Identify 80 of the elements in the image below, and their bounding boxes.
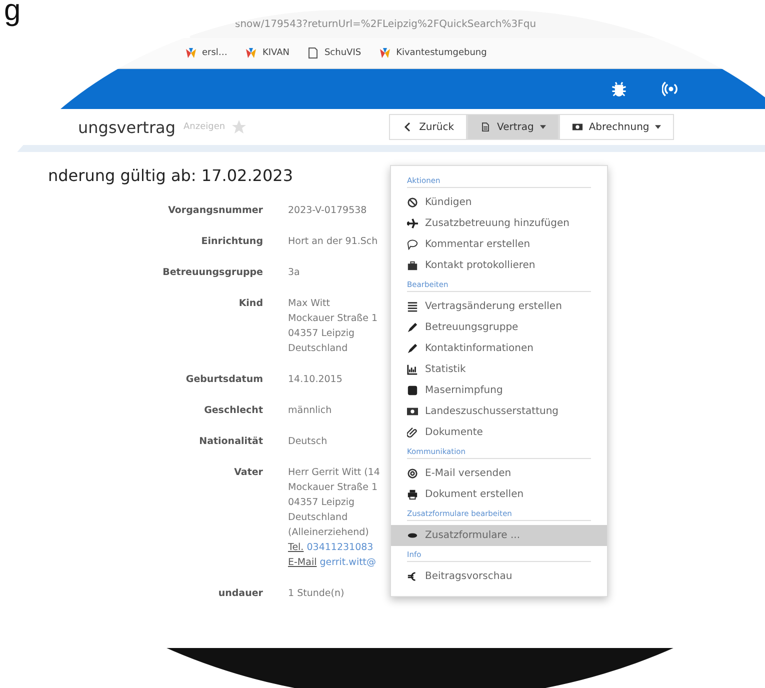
phone-label: Tel. bbox=[288, 542, 304, 553]
chart-icon bbox=[407, 364, 418, 375]
menu-item[interactable]: Zusatzbetreuung hinzufügen bbox=[391, 213, 607, 234]
broadcast-icon[interactable] bbox=[662, 80, 680, 98]
heading-letter: g bbox=[4, 0, 21, 26]
toolbar-button[interactable]: Zurück bbox=[389, 114, 467, 140]
menu-item[interactable]: E-Mail versenden bbox=[391, 463, 607, 484]
section-heading: nderung gültig ab: 17.02.2023 bbox=[48, 166, 293, 185]
bookmark-link[interactable]: Kivantestumgebung bbox=[379, 47, 487, 59]
eye-icon bbox=[407, 530, 418, 541]
menu-item[interactable]: Kommentar erstellen bbox=[391, 234, 607, 255]
bookmark-link[interactable]: KIVAN bbox=[245, 47, 290, 59]
bug-icon[interactable] bbox=[610, 80, 628, 98]
printer-icon bbox=[407, 489, 418, 500]
document-icon bbox=[480, 122, 491, 132]
bookmark-link[interactable]: SchuVIS bbox=[307, 47, 362, 59]
field-label: Geburtsdatum bbox=[184, 374, 263, 387]
star-icon[interactable] bbox=[231, 119, 248, 135]
page-title: ungsvertrag bbox=[78, 118, 176, 136]
field-value: 2023-V-0179538 bbox=[288, 205, 368, 218]
toolbar-button[interactable]: Abrechnung bbox=[558, 114, 674, 140]
field-value: 04357 Leipzig bbox=[288, 496, 356, 510]
field-value: Max Witt bbox=[288, 298, 331, 311]
paperclip-icon bbox=[407, 427, 418, 438]
menu-item[interactable]: Landeszuschusserstattung bbox=[391, 401, 607, 422]
pencil-icon bbox=[407, 343, 418, 354]
menu-item[interactable]: Statistik bbox=[391, 359, 607, 380]
caret-icon bbox=[655, 125, 662, 129]
field-label: Einrichtung bbox=[200, 236, 263, 249]
page-icon bbox=[307, 47, 320, 59]
field-value: Mockauer Straße 1 bbox=[288, 481, 379, 495]
phone-link[interactable]: 03411231083 bbox=[306, 542, 374, 553]
comment-icon bbox=[407, 239, 418, 250]
menu-item[interactable]: Vertragsänderung erstellen bbox=[391, 296, 607, 317]
field-value: Hort an der 91.Sch bbox=[288, 236, 379, 249]
ban-icon bbox=[407, 197, 418, 208]
banknote-icon bbox=[407, 406, 418, 417]
star-logo-icon bbox=[185, 47, 197, 59]
caret-icon bbox=[540, 125, 546, 129]
banknote-icon bbox=[572, 122, 583, 132]
field-label: undauer bbox=[217, 588, 263, 601]
field-value: 04357 Leipzig bbox=[288, 327, 356, 341]
field-label: Betreuungsgruppe bbox=[162, 267, 263, 280]
field-label: Geschlecht bbox=[203, 405, 263, 418]
menu-item[interactable]: Dokument erstellen bbox=[391, 484, 607, 505]
field-value: (Alleinerziehend) bbox=[288, 526, 370, 540]
list-icon bbox=[407, 301, 418, 312]
square-icon bbox=[407, 385, 418, 396]
at-icon bbox=[407, 468, 418, 479]
email-label: E-Mail bbox=[288, 557, 317, 568]
field-label: Vater bbox=[233, 467, 263, 480]
field-value: Deutschland bbox=[288, 342, 349, 356]
menu-item[interactable]: Masernimpfung bbox=[391, 380, 607, 401]
field-value: Deutsch bbox=[288, 436, 328, 449]
field-value: Deutschland bbox=[288, 511, 349, 525]
field-label: Kind bbox=[238, 298, 263, 311]
star-logo-icon bbox=[379, 47, 392, 59]
field-label: Vorgangsnummer bbox=[167, 205, 263, 218]
field-value: männlich bbox=[288, 405, 333, 418]
menu-item[interactable]: Kündigen bbox=[391, 192, 607, 213]
menu-item[interactable]: Dokumente bbox=[391, 422, 607, 443]
toolbar-button[interactable]: Vertrag bbox=[467, 114, 559, 140]
field-value: 14.10.2015 bbox=[288, 374, 344, 387]
menu-item[interactable]: Kontakt protokollieren bbox=[391, 255, 607, 276]
field-value: Herr Gerrit Witt (14 bbox=[288, 467, 381, 480]
menu-item[interactable]: Beitragsvorschau bbox=[391, 566, 607, 587]
menu-item[interactable]: Kontaktinformationen bbox=[391, 338, 607, 359]
plane-icon bbox=[407, 218, 418, 229]
menu-item[interactable]: Betreuungsgruppe bbox=[391, 317, 607, 338]
pencil-icon bbox=[407, 322, 418, 333]
field-value: 1 Stunde(n) bbox=[288, 588, 346, 601]
email-link[interactable]: gerrit.witt@ bbox=[320, 557, 376, 568]
field-value: 3a bbox=[288, 267, 301, 280]
star-logo-icon bbox=[245, 47, 258, 59]
bookmark-link[interactable]: ersl… bbox=[185, 47, 228, 59]
briefcase-icon bbox=[407, 260, 418, 271]
euro-icon bbox=[407, 571, 418, 582]
field-value: Mockauer Straße 1 bbox=[288, 312, 379, 326]
menu-item[interactable]: Zusatzformulare ... bbox=[391, 525, 607, 546]
field-label: Nationalität bbox=[198, 436, 263, 449]
